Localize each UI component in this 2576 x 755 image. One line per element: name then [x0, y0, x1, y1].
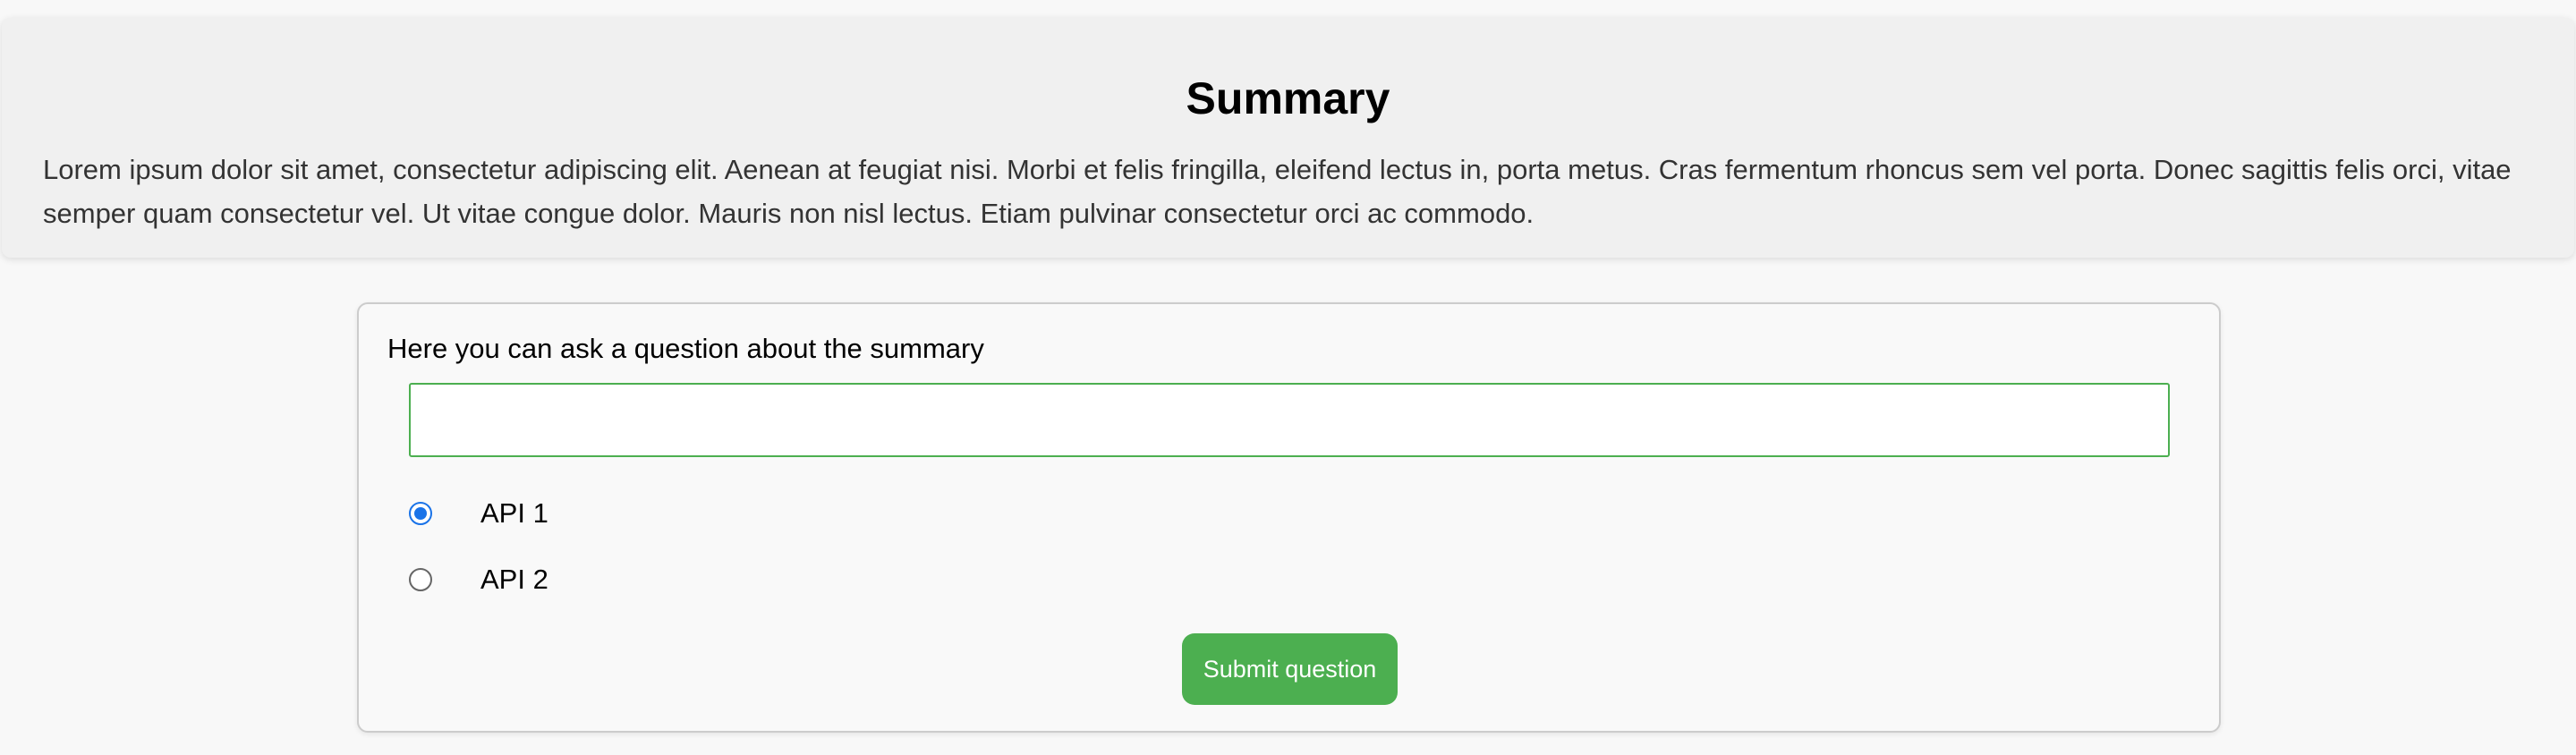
api-1-option[interactable]: API 1	[409, 496, 548, 531]
question-card: Here you can ask a question about the su…	[357, 302, 2221, 733]
submit-question-button[interactable]: Submit question	[1182, 633, 1398, 705]
question-input[interactable]	[409, 383, 2170, 457]
api-2-option[interactable]: API 2	[409, 562, 548, 598]
summary-title: Summary	[1186, 73, 1390, 123]
radio-selected-dot	[414, 507, 427, 520]
api-1-radio[interactable]	[409, 502, 432, 525]
api-2-label[interactable]: API 2	[480, 562, 548, 598]
api-2-radio[interactable]	[409, 568, 432, 591]
api-1-label[interactable]: API 1	[480, 496, 548, 531]
summary-panel: Summary Lorem ipsum dolor sit amet, cons…	[2, 18, 2574, 258]
summary-text: Lorem ipsum dolor sit amet, consectetur …	[43, 154, 2512, 229]
question-prompt: Here you can ask a question about the su…	[387, 333, 984, 364]
